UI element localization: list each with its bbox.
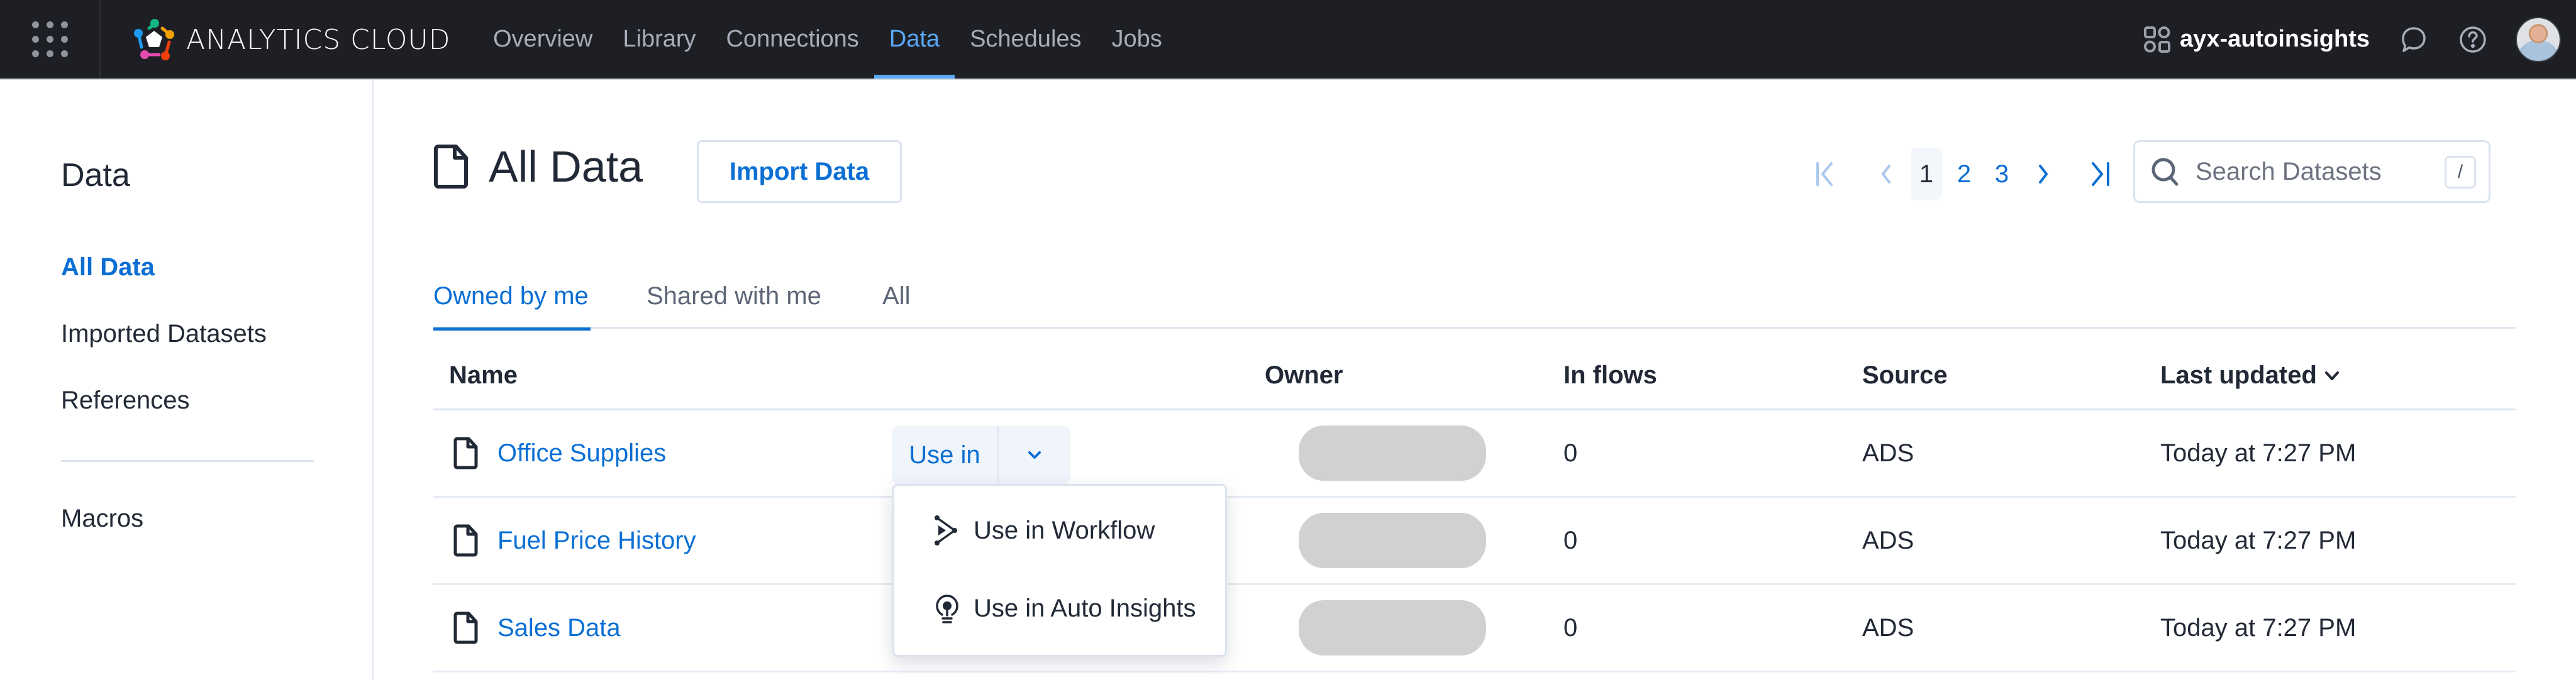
app-switcher-button[interactable] bbox=[0, 0, 101, 79]
search-datasets: / bbox=[2133, 140, 2490, 203]
next-page-icon[interactable] bbox=[2028, 158, 2059, 190]
column-header-last-updated[interactable]: Last updated bbox=[2160, 361, 2342, 390]
source-cell: ADS bbox=[1862, 439, 1914, 467]
use-in-dropdown-menu: Use in Workflow Use in Auto Insights bbox=[892, 484, 1227, 657]
owner-avatar-placeholder bbox=[1299, 600, 1486, 655]
ownership-tabs: Owned by me Shared with me All bbox=[433, 280, 2516, 331]
sidebar-item-macros[interactable]: Macros bbox=[61, 505, 143, 533]
column-header-name[interactable]: Name bbox=[449, 361, 518, 390]
datasets-table: Name Owner In flows Source Last updated … bbox=[433, 329, 2516, 672]
owner-cell bbox=[1299, 410, 1486, 496]
sidebar-item-all-data[interactable]: All Data bbox=[61, 253, 155, 282]
column-header-in-flows[interactable]: In flows bbox=[1563, 361, 1657, 390]
dataset-name-link[interactable]: Sales Data bbox=[497, 614, 621, 642]
page-title-text: All Data bbox=[489, 142, 643, 191]
use-in-split-button: Use in bbox=[892, 426, 1070, 484]
page-title: All Data bbox=[433, 141, 643, 192]
import-data-button[interactable]: Import Data bbox=[697, 140, 902, 203]
sort-descending-icon bbox=[2324, 371, 2339, 380]
main-content: All Data Import Data 1 2 3 / Owned by me… bbox=[374, 80, 2576, 680]
table-row[interactable]: Sales Data 0 ADS Today at 7:27 PM bbox=[433, 585, 2516, 672]
nav-jobs[interactable]: Jobs bbox=[1097, 0, 1177, 79]
file-icon bbox=[453, 524, 478, 557]
use-in-dropdown-toggle[interactable] bbox=[999, 426, 1070, 484]
sidebar-item-references[interactable]: References bbox=[61, 387, 190, 415]
tab-all[interactable]: All bbox=[882, 280, 910, 329]
source-cell: ADS bbox=[1862, 613, 1914, 642]
workspace-icon bbox=[2144, 26, 2171, 53]
in-flows-cell: 0 bbox=[1563, 613, 1578, 642]
nav-data[interactable]: Data bbox=[874, 0, 955, 79]
page-1-button[interactable]: 1 bbox=[1911, 148, 1942, 200]
last-updated-cell: Today at 7:27 PM bbox=[2160, 613, 2357, 642]
previous-page-icon[interactable] bbox=[1870, 158, 1902, 190]
source-cell: ADS bbox=[1862, 526, 1914, 554]
file-icon bbox=[434, 145, 468, 189]
owner-cell bbox=[1299, 585, 1486, 671]
dataset-name-cell: Sales Data bbox=[453, 585, 621, 671]
last-updated-cell: Today at 7:27 PM bbox=[2160, 526, 2357, 554]
dataset-name-cell: Fuel Price History bbox=[453, 498, 696, 583]
use-in-button[interactable]: Use in bbox=[892, 426, 999, 484]
first-page-icon[interactable] bbox=[1810, 158, 1841, 190]
nav-library[interactable]: Library bbox=[608, 0, 711, 79]
top-right-controls: ayx-autoinsights bbox=[2143, 0, 2576, 79]
table-row[interactable]: Office Supplies 0 ADS Today at 7:27 PM bbox=[433, 410, 2516, 498]
file-icon bbox=[453, 611, 478, 644]
analytics-cloud-logo-icon bbox=[134, 19, 174, 60]
sidebar: Data All Data Imported Datasets Referenc… bbox=[0, 80, 374, 680]
dataset-name-cell: Office Supplies bbox=[453, 410, 666, 496]
in-flows-cell: 0 bbox=[1563, 526, 1578, 554]
user-avatar[interactable] bbox=[2516, 16, 2561, 62]
column-header-last-updated-label: Last updated bbox=[2160, 361, 2317, 389]
brand-logo-link[interactable]: ANALYTICS CLOUD bbox=[130, 19, 451, 60]
tab-owned-by-me[interactable]: Owned by me bbox=[433, 280, 591, 331]
chevron-down-icon bbox=[1028, 451, 1041, 459]
pagination: 1 2 3 bbox=[1810, 143, 2116, 206]
file-icon bbox=[453, 437, 478, 469]
brand-name: ANALYTICS CLOUD bbox=[186, 23, 451, 56]
search-shortcut-hint: / bbox=[2445, 156, 2476, 189]
owner-avatar-placeholder bbox=[1299, 513, 1486, 568]
last-page-icon[interactable] bbox=[2084, 158, 2116, 190]
workspace-name: ayx-autoinsights bbox=[2180, 26, 2370, 52]
top-navigation-bar: ANALYTICS CLOUD Overview Library Connect… bbox=[0, 0, 2576, 80]
menu-item-use-in-auto-insights[interactable]: Use in Auto Insights bbox=[894, 574, 1225, 643]
page-2-button[interactable]: 2 bbox=[1948, 148, 1980, 200]
column-header-source[interactable]: Source bbox=[1862, 361, 1948, 390]
nav-overview[interactable]: Overview bbox=[478, 0, 608, 79]
dataset-name-link[interactable]: Fuel Price History bbox=[497, 527, 696, 555]
search-datasets-input[interactable] bbox=[2196, 157, 2434, 186]
owner-cell bbox=[1299, 498, 1486, 583]
menu-item-label: Use in Auto Insights bbox=[974, 594, 1196, 622]
tab-shared-with-me[interactable]: Shared with me bbox=[647, 280, 821, 329]
nav-connections[interactable]: Connections bbox=[711, 0, 874, 79]
search-icon bbox=[2151, 158, 2179, 186]
menu-item-use-in-workflow[interactable]: Use in Workflow bbox=[894, 496, 1225, 565]
last-updated-cell: Today at 7:27 PM bbox=[2160, 439, 2357, 467]
menu-item-label: Use in Workflow bbox=[974, 516, 1155, 544]
table-header: Name Owner In flows Source Last updated bbox=[433, 329, 2516, 410]
page-3-button[interactable]: 3 bbox=[1986, 148, 2018, 200]
workspace-switcher[interactable]: ayx-autoinsights bbox=[2143, 26, 2370, 53]
sidebar-title: Data bbox=[61, 157, 130, 194]
owner-avatar-placeholder bbox=[1299, 425, 1486, 481]
column-header-owner[interactable]: Owner bbox=[1265, 361, 1343, 390]
sidebar-item-imported-datasets[interactable]: Imported Datasets bbox=[61, 320, 267, 348]
lightbulb-icon bbox=[936, 595, 958, 623]
nav-schedules[interactable]: Schedules bbox=[955, 0, 1096, 79]
chat-icon[interactable] bbox=[2399, 25, 2429, 55]
workflow-icon bbox=[935, 515, 957, 546]
main-nav: Overview Library Connections Data Schedu… bbox=[478, 0, 1177, 79]
in-flows-cell: 0 bbox=[1563, 439, 1578, 467]
sidebar-divider bbox=[61, 460, 314, 462]
help-icon[interactable] bbox=[2458, 25, 2488, 55]
dataset-name-link[interactable]: Office Supplies bbox=[497, 439, 666, 468]
apps-grid-icon bbox=[31, 21, 68, 57]
table-row[interactable]: Fuel Price History 0 ADS Today at 7:27 P… bbox=[433, 498, 2516, 585]
